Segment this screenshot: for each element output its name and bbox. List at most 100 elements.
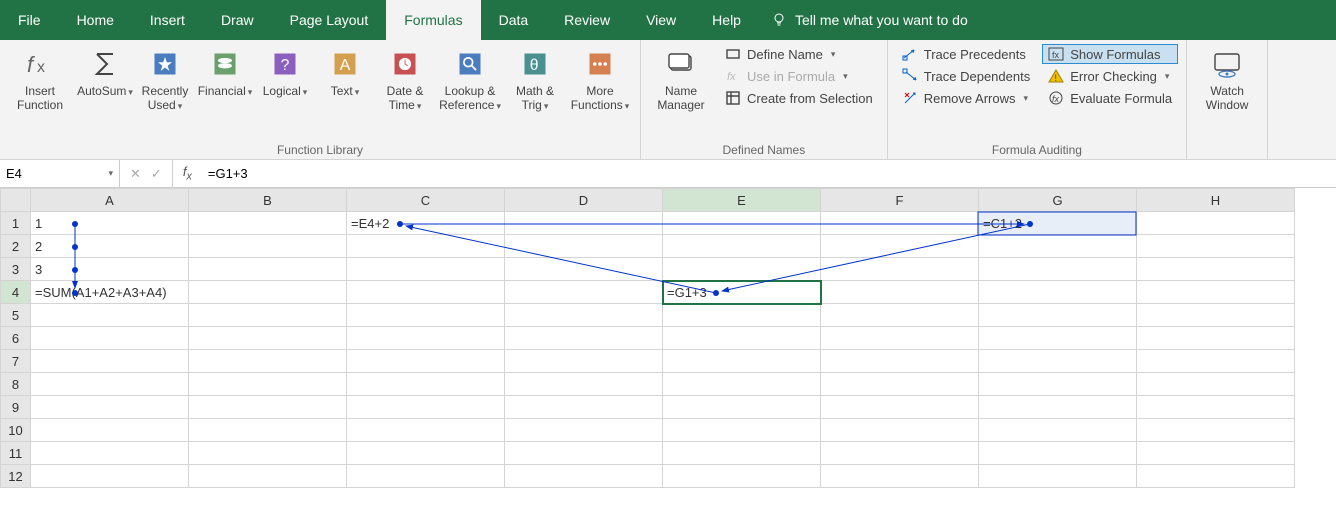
cell-h3[interactable]: [1137, 258, 1295, 281]
row-header[interactable]: 9: [1, 396, 31, 419]
cell-e10[interactable]: [663, 419, 821, 442]
cell-a4[interactable]: =SUM(A1+A2+A3+A4): [31, 281, 189, 304]
tab-review[interactable]: Review: [546, 0, 628, 40]
cell-e6[interactable]: [663, 327, 821, 350]
fx-icon[interactable]: fx: [173, 160, 202, 187]
cell-f8[interactable]: [821, 373, 979, 396]
cell-a6[interactable]: [31, 327, 189, 350]
cell-e5[interactable]: [663, 304, 821, 327]
row-header[interactable]: 7: [1, 350, 31, 373]
cell-h8[interactable]: [1137, 373, 1295, 396]
cell-e11[interactable]: [663, 442, 821, 465]
cell-c8[interactable]: [347, 373, 505, 396]
cell-d10[interactable]: [505, 419, 663, 442]
tab-file[interactable]: File: [0, 0, 59, 40]
row-header[interactable]: 10: [1, 419, 31, 442]
lookup-reference-button[interactable]: Lookup & Reference▾: [438, 44, 502, 117]
trace-dependents-button[interactable]: Trace Dependents: [896, 66, 1036, 86]
recently-used-button[interactable]: Recently Used▾: [138, 44, 192, 117]
row-header[interactable]: 12: [1, 465, 31, 488]
cell-f9[interactable]: [821, 396, 979, 419]
cell-a2[interactable]: 2: [31, 235, 189, 258]
cell-b4[interactable]: [189, 281, 347, 304]
cell-c10[interactable]: [347, 419, 505, 442]
cell-f3[interactable]: [821, 258, 979, 281]
cell-e9[interactable]: [663, 396, 821, 419]
tab-help[interactable]: Help: [694, 0, 759, 40]
cell-g5[interactable]: [979, 304, 1137, 327]
cell-c12[interactable]: [347, 465, 505, 488]
cell-h4[interactable]: [1137, 281, 1295, 304]
row-header[interactable]: 3: [1, 258, 31, 281]
row-header[interactable]: 11: [1, 442, 31, 465]
cell-c9[interactable]: [347, 396, 505, 419]
remove-arrows-button[interactable]: Remove Arrows▾: [896, 88, 1036, 108]
cancel-icon[interactable]: ✕: [130, 166, 141, 182]
row-header[interactable]: 2: [1, 235, 31, 258]
cell-g2[interactable]: [979, 235, 1137, 258]
cell-g6[interactable]: [979, 327, 1137, 350]
cell-h12[interactable]: [1137, 465, 1295, 488]
cell-e7[interactable]: [663, 350, 821, 373]
cell-d9[interactable]: [505, 396, 663, 419]
name-box[interactable]: E4 ▾: [0, 160, 120, 187]
cell-g4[interactable]: [979, 281, 1137, 304]
cell-b5[interactable]: [189, 304, 347, 327]
math-trig-button[interactable]: θ Math & Trig▾: [508, 44, 562, 117]
more-functions-button[interactable]: More Functions▾: [568, 44, 632, 117]
tell-me-search[interactable]: Tell me what you want to do: [759, 0, 980, 40]
cell-h11[interactable]: [1137, 442, 1295, 465]
cell-b6[interactable]: [189, 327, 347, 350]
row-header[interactable]: 8: [1, 373, 31, 396]
cell-h2[interactable]: [1137, 235, 1295, 258]
cell-g8[interactable]: [979, 373, 1137, 396]
select-all-corner[interactable]: [1, 189, 31, 212]
watch-window-button[interactable]: Watch Window: [1195, 44, 1259, 117]
cell-h6[interactable]: [1137, 327, 1295, 350]
cell-b1[interactable]: [189, 212, 347, 235]
cell-f2[interactable]: [821, 235, 979, 258]
autosum-button[interactable]: AutoSum▾: [78, 44, 132, 102]
name-manager-button[interactable]: Name Manager: [649, 44, 713, 117]
cell-d11[interactable]: [505, 442, 663, 465]
cell-e2[interactable]: [663, 235, 821, 258]
cell-f7[interactable]: [821, 350, 979, 373]
cell-d7[interactable]: [505, 350, 663, 373]
cell-b12[interactable]: [189, 465, 347, 488]
cell-f5[interactable]: [821, 304, 979, 327]
row-header[interactable]: 4: [1, 281, 31, 304]
insert-function-button[interactable]: fx Insert Function: [8, 44, 72, 117]
col-header-h[interactable]: H: [1137, 189, 1295, 212]
cell-d6[interactable]: [505, 327, 663, 350]
col-header-a[interactable]: A: [31, 189, 189, 212]
cell-f4[interactable]: [821, 281, 979, 304]
cell-h9[interactable]: [1137, 396, 1295, 419]
cell-a1[interactable]: 1: [31, 212, 189, 235]
cell-c7[interactable]: [347, 350, 505, 373]
cell-b11[interactable]: [189, 442, 347, 465]
cell-g10[interactable]: [979, 419, 1137, 442]
cell-a9[interactable]: [31, 396, 189, 419]
cell-f11[interactable]: [821, 442, 979, 465]
cell-d5[interactable]: [505, 304, 663, 327]
col-header-g[interactable]: G: [979, 189, 1137, 212]
show-formulas-button[interactable]: fx Show Formulas: [1042, 44, 1178, 64]
cell-a10[interactable]: [31, 419, 189, 442]
cell-f1[interactable]: [821, 212, 979, 235]
cell-c6[interactable]: [347, 327, 505, 350]
spreadsheet-grid[interactable]: A B C D E F G H 11=E4+2=C1+222334=SUM(A1…: [0, 188, 1336, 488]
row-header[interactable]: 5: [1, 304, 31, 327]
row-header[interactable]: 1: [1, 212, 31, 235]
cell-b2[interactable]: [189, 235, 347, 258]
cell-a8[interactable]: [31, 373, 189, 396]
cell-h5[interactable]: [1137, 304, 1295, 327]
tab-formulas[interactable]: Formulas: [386, 0, 480, 40]
cell-c5[interactable]: [347, 304, 505, 327]
enter-icon[interactable]: ✓: [151, 166, 162, 182]
cell-a12[interactable]: [31, 465, 189, 488]
cell-d8[interactable]: [505, 373, 663, 396]
cell-e1[interactable]: [663, 212, 821, 235]
cell-b7[interactable]: [189, 350, 347, 373]
define-name-button[interactable]: Define Name▾: [719, 44, 879, 64]
cell-d4[interactable]: [505, 281, 663, 304]
